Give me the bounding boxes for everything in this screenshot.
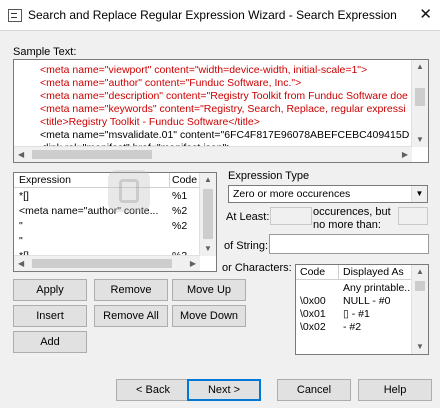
- scroll-thumb[interactable]: [32, 150, 152, 159]
- scroll-left-icon[interactable]: ◀: [18, 151, 24, 159]
- char-code-cell: \0x02: [300, 321, 326, 333]
- remove-all-button[interactable]: Remove All: [94, 305, 168, 327]
- sample-horizontal-scrollbar[interactable]: ◀ ▶: [14, 146, 412, 162]
- char-code-cell: \0x01: [300, 308, 326, 320]
- no-more-than-label: no more than:: [313, 219, 381, 231]
- char-displayed-cell: Any printable...: [343, 282, 413, 294]
- help-button[interactable]: Help: [358, 379, 432, 401]
- scroll-down-icon[interactable]: ▼: [204, 245, 212, 253]
- expression-horizontal-scrollbar[interactable]: ◀ ▶: [14, 255, 200, 271]
- char-code-cell: \0x00: [300, 295, 326, 307]
- move-down-button[interactable]: Move Down: [172, 305, 246, 327]
- char-displayed-cell: - #2: [343, 321, 362, 333]
- code-cell: %2: [172, 205, 188, 217]
- sample-text-label: Sample Text:: [13, 46, 77, 58]
- apply-button[interactable]: Apply: [13, 279, 87, 301]
- cancel-button[interactable]: Cancel: [277, 379, 351, 401]
- next-button[interactable]: Next >: [187, 379, 261, 401]
- watermark-logo: [108, 170, 150, 212]
- sample-vertical-scrollbar[interactable]: ▲ ▼: [411, 60, 428, 147]
- sample-text-box[interactable]: <meta name="viewport" content="width=dev…: [13, 59, 429, 163]
- characters-list-header: Code Displayed As: [296, 265, 414, 280]
- scroll-up-icon[interactable]: ▲: [416, 268, 424, 276]
- code-cell: %2: [172, 220, 188, 232]
- column-header-displayed-as[interactable]: Displayed As: [343, 266, 404, 278]
- app-icon: [8, 9, 22, 22]
- scroll-left-icon[interactable]: ◀: [18, 260, 24, 268]
- at-least-field[interactable]: [270, 207, 312, 225]
- scroll-down-icon[interactable]: ▼: [416, 136, 424, 144]
- at-least-label: At Least:: [226, 211, 270, 223]
- scroll-thumb[interactable]: [32, 259, 172, 268]
- sample-text-line: <meta name="author" content="Funduc Soft…: [40, 77, 302, 89]
- sample-text-line: <title>Registry Toolkit - Funduc Softwar…: [40, 116, 260, 128]
- no-more-than-field[interactable]: [398, 207, 428, 225]
- column-separator: [338, 265, 339, 279]
- char-displayed-cell: ▯ - #1: [343, 308, 370, 320]
- or-characters-label: or Characters:: [222, 262, 292, 274]
- list-item[interactable]: \0x00 NULL - #0: [296, 295, 412, 308]
- list-item[interactable]: Any printable...: [296, 282, 413, 295]
- close-icon[interactable]: ✕: [419, 5, 432, 23]
- list-item[interactable]: \0x01 ▯ - #1: [296, 308, 412, 321]
- char-displayed-cell: NULL - #0: [343, 295, 391, 307]
- scroll-thumb[interactable]: [415, 281, 425, 291]
- expression-cell: ": [19, 235, 23, 247]
- sample-text-line: <meta name="description" content="Regist…: [40, 90, 408, 102]
- expression-type-label: Expression Type: [228, 170, 310, 182]
- characters-list[interactable]: Code Displayed As Any printable... \0x00 N…: [295, 264, 429, 355]
- characters-vertical-scrollbar[interactable]: ▲ ▼: [411, 265, 428, 354]
- window-title: Search and Replace Regular Expression Wi…: [28, 8, 397, 22]
- column-separator: [169, 173, 170, 187]
- table-row[interactable]: *[] %1: [14, 190, 200, 204]
- expression-type-value: Zero or more occurences: [233, 188, 351, 200]
- table-row[interactable]: <meta name="author" conte... %2: [14, 205, 200, 219]
- scroll-thumb[interactable]: [203, 189, 213, 239]
- column-header-code[interactable]: Code: [300, 266, 325, 278]
- remove-button[interactable]: Remove: [94, 279, 168, 301]
- table-row[interactable]: ": [14, 235, 200, 249]
- sample-text-line: <meta name="viewport" content="width=dev…: [40, 64, 368, 76]
- add-button[interactable]: Add: [13, 331, 87, 353]
- scroll-thumb[interactable]: [415, 88, 425, 106]
- of-string-label: of String:: [224, 240, 269, 252]
- sample-text-line: <meta name="msvalidate.01" content="6FC4…: [40, 129, 410, 141]
- column-header-code[interactable]: Code: [172, 174, 197, 186]
- expression-vertical-scrollbar[interactable]: ▲ ▼: [199, 173, 216, 256]
- list-item[interactable]: \0x02 - #2: [296, 321, 412, 334]
- code-cell: %1: [172, 190, 188, 202]
- scroll-up-icon[interactable]: ▲: [204, 176, 212, 184]
- column-header-expression[interactable]: Expression: [19, 174, 71, 186]
- table-row[interactable]: " %2: [14, 220, 200, 234]
- sample-text-line: <meta name="keywords" content="Registry,…: [40, 103, 406, 115]
- chevron-down-icon[interactable]: ▼: [411, 186, 427, 202]
- scroll-right-icon[interactable]: ▶: [402, 151, 408, 159]
- move-up-button[interactable]: Move Up: [172, 279, 246, 301]
- insert-button[interactable]: Insert: [13, 305, 87, 327]
- back-button[interactable]: < Back: [116, 379, 190, 401]
- scroll-down-icon[interactable]: ▼: [416, 343, 424, 351]
- expression-type-select[interactable]: Zero or more occurences ▼: [228, 185, 428, 203]
- scroll-up-icon[interactable]: ▲: [416, 63, 424, 71]
- expression-cell: ": [19, 220, 23, 232]
- occurences-label: occurences, but: [313, 206, 391, 218]
- of-string-field[interactable]: [269, 234, 429, 254]
- title-bar: Search and Replace Regular Expression Wi…: [0, 0, 440, 31]
- scroll-right-icon[interactable]: ▶: [190, 260, 196, 268]
